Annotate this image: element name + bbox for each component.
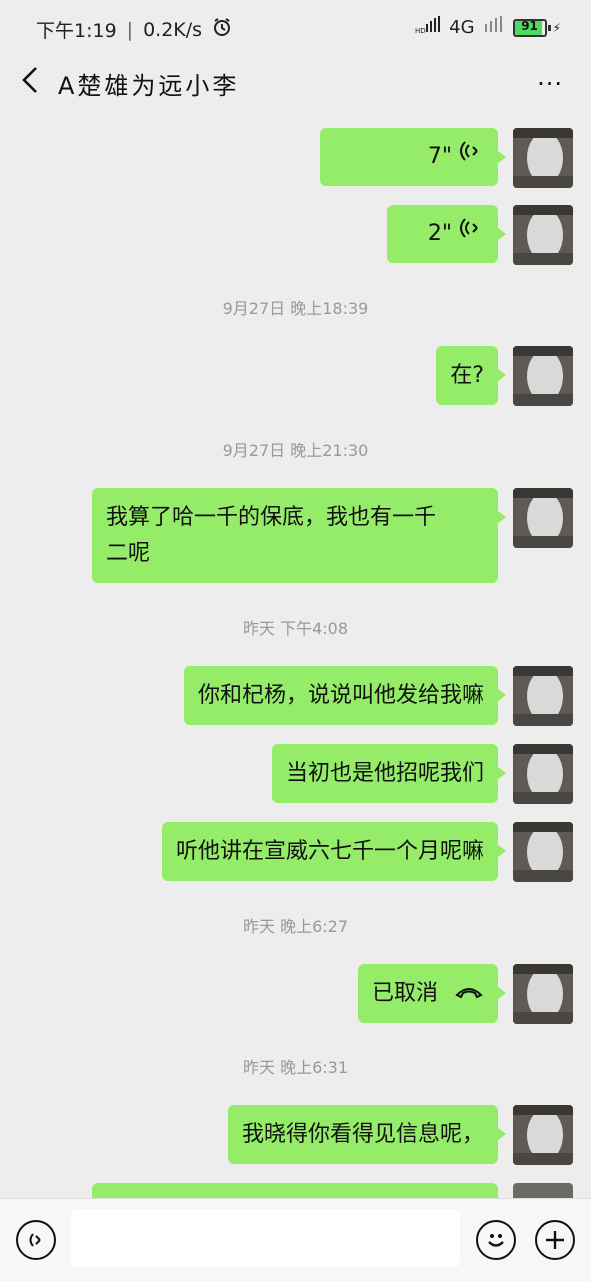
voice-wave-icon	[460, 137, 480, 177]
text-message[interactable]: 你和杞杨，说说叫他发给我嘛	[183, 666, 507, 725]
avatar[interactable]	[513, 964, 573, 1024]
timestamp: 昨天 下午4:08	[242, 619, 349, 638]
avatar[interactable]	[513, 822, 573, 882]
voice-mode-icon[interactable]	[16, 1220, 56, 1260]
status-speed: 0.2K/s	[143, 18, 203, 41]
signal2-icon	[483, 16, 505, 39]
text-line: 我算了哈一千的保底，我也有一千	[106, 505, 437, 530]
timestamp: 昨天 晚上6:31	[242, 1058, 349, 1077]
status-bar: 下午1:19 | 0.2K/s HD 4G 91 ⚡	[0, 0, 591, 56]
status-time: 下午1:19	[36, 20, 117, 42]
text-message[interactable]: 当初也是他招呢我们	[271, 744, 507, 803]
avatar[interactable]	[513, 205, 573, 265]
text-message[interactable]: 在?	[436, 346, 506, 405]
timestamp: 9月27日 晚上21:30	[222, 441, 369, 460]
back-arrow-icon[interactable]	[18, 66, 46, 94]
avatar[interactable]	[513, 346, 573, 406]
more-icon[interactable]: ···	[537, 70, 563, 98]
text-message[interactable]: 我晓得你看得见信息呢，	[227, 1105, 507, 1164]
message-input[interactable]	[71, 1209, 460, 1267]
call-status: 已取消	[371, 980, 438, 1006]
timestamp: 昨天 晚上6:27	[242, 917, 349, 936]
input-bar	[0, 1198, 591, 1281]
chat-header: A楚雄为远小李 ···	[0, 56, 591, 112]
voice-duration: 2"	[427, 221, 452, 246]
signal-icon: HD	[415, 16, 441, 39]
text-message[interactable]: 我算了哈一千的保底，我也有一千 二呢	[92, 488, 506, 583]
avatar[interactable]	[513, 1105, 573, 1165]
voice-duration: 7"	[427, 144, 452, 169]
avatar[interactable]	[513, 128, 573, 188]
svg-text:HD: HD	[415, 27, 426, 34]
timestamp: 9月27日 晚上18:39	[222, 299, 369, 318]
avatar[interactable]	[513, 488, 573, 548]
avatar[interactable]	[513, 666, 573, 726]
plus-icon[interactable]	[535, 1220, 575, 1260]
text-line: 二呢	[106, 541, 151, 566]
voice-message[interactable]: 7"	[320, 128, 506, 186]
text-message[interactable]: 听他讲在宣威六七千一个月呢嘛	[161, 822, 507, 881]
call-message[interactable]: 已取消	[357, 964, 507, 1023]
voice-message[interactable]: 2"	[387, 205, 506, 263]
phone-hangup-icon	[454, 974, 484, 1014]
status-separator: |	[126, 18, 134, 41]
emoji-icon[interactable]	[476, 1220, 516, 1260]
avatar[interactable]	[513, 744, 573, 804]
voice-wave-icon	[460, 214, 480, 254]
network-type: 4G	[449, 17, 475, 38]
chat-title: A楚雄为远小李	[58, 72, 240, 100]
battery-icon: 91 ⚡	[512, 18, 561, 37]
alarm-icon	[212, 17, 232, 42]
